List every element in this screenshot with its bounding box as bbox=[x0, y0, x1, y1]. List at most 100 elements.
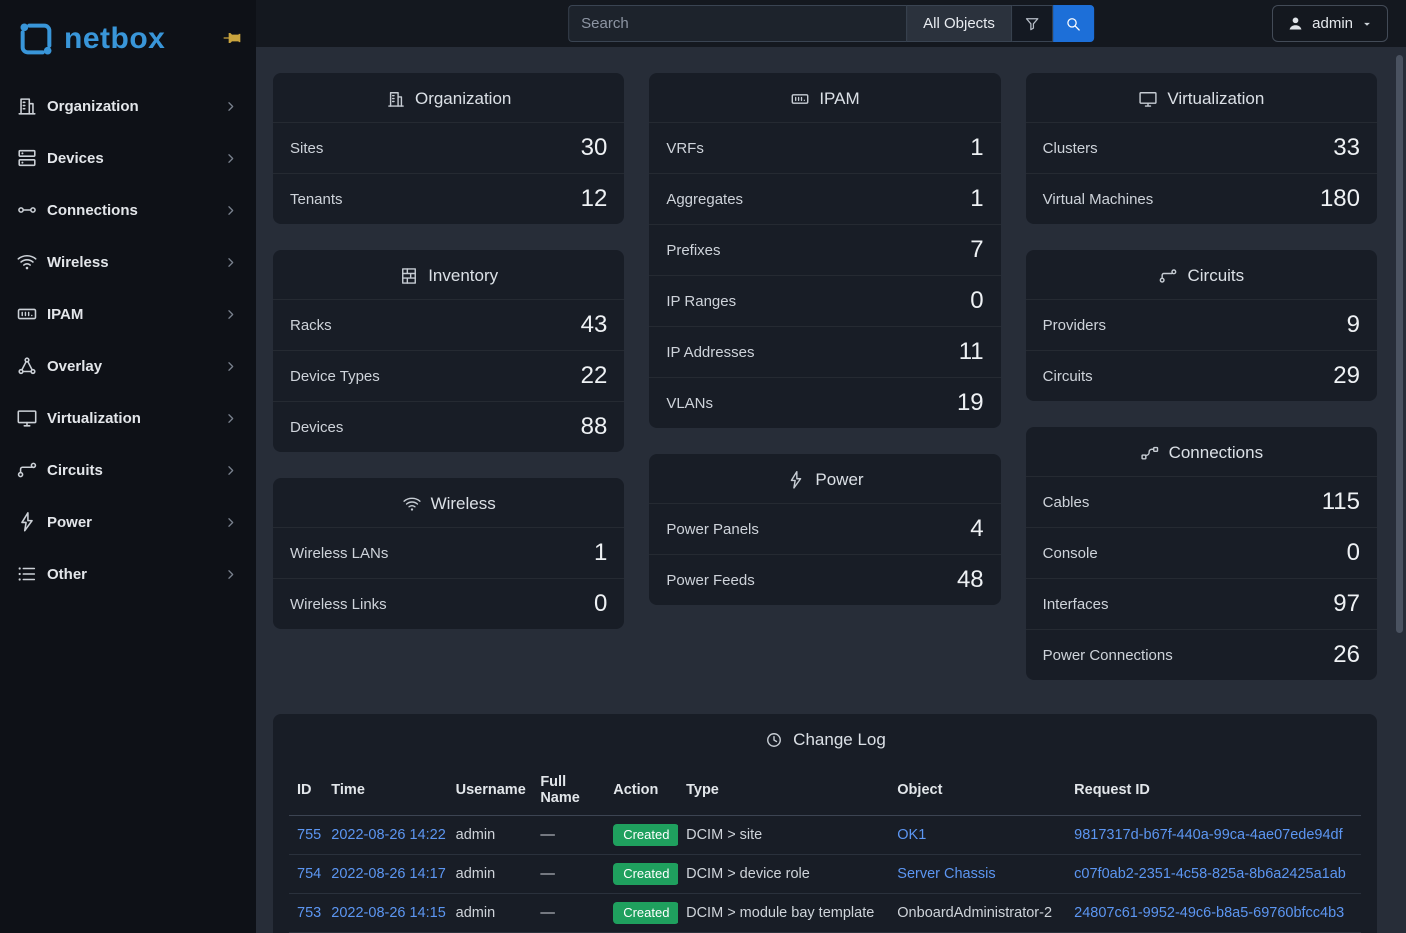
netbox-logo[interactable]: netbox bbox=[16, 19, 165, 59]
stat-value: 1 bbox=[594, 538, 607, 568]
card-header: IPAM bbox=[649, 73, 1000, 122]
search-input[interactable] bbox=[568, 5, 906, 42]
sidebar-item-label: Organization bbox=[47, 98, 139, 115]
sidebar-item-virtualization[interactable]: Virtualization bbox=[0, 392, 256, 444]
stat-link-clusters[interactable]: Clusters bbox=[1043, 140, 1098, 157]
stat-link-power-feeds[interactable]: Power Feeds bbox=[666, 572, 754, 589]
stat-link-circuits[interactable]: Circuits bbox=[1043, 368, 1093, 385]
action-created-badge: Created bbox=[613, 824, 678, 846]
stat-link-power-panels[interactable]: Power Panels bbox=[666, 521, 759, 538]
stat-link-ip-addresses[interactable]: IP Addresses bbox=[666, 344, 754, 361]
stat-row: IP Ranges 0 bbox=[649, 275, 1000, 326]
sidebar-item-circuits[interactable]: Circuits bbox=[0, 444, 256, 496]
changelog-time-link[interactable]: 2022-08-26 14:15 bbox=[331, 905, 446, 921]
changelog-request-id-link[interactable]: c07f0ab2-2351-4c58-825a-8b6a2425a1ab bbox=[1074, 866, 1346, 882]
changelog-object: OnboardAdministrator-2 bbox=[897, 905, 1052, 921]
sidebar-item-organization[interactable]: Organization bbox=[0, 80, 256, 132]
connection-icon bbox=[16, 199, 38, 221]
chevron-right-icon bbox=[223, 255, 238, 270]
changelog-full-name: — bbox=[540, 827, 555, 843]
monitor-icon bbox=[1138, 89, 1158, 109]
filter-button[interactable] bbox=[1012, 5, 1053, 42]
chevron-right-icon bbox=[223, 359, 238, 374]
vertical-scrollbar[interactable] bbox=[1396, 55, 1403, 633]
lightning-bolt-icon bbox=[786, 470, 806, 490]
changelog-object-link[interactable]: Server Chassis bbox=[897, 866, 995, 882]
stat-row: Prefixes 7 bbox=[649, 224, 1000, 275]
changelog-object-link[interactable]: OK1 bbox=[897, 827, 926, 843]
pin-sidebar-icon[interactable] bbox=[222, 28, 242, 48]
stat-link-virtual-machines[interactable]: Virtual Machines bbox=[1043, 191, 1154, 208]
changelog-request-id-link[interactable]: 9817317d-b67f-440a-99ca-4ae07ede94df bbox=[1074, 827, 1342, 843]
changelog-time-link[interactable]: 2022-08-26 14:22 bbox=[331, 827, 446, 843]
card-header: Inventory bbox=[273, 250, 624, 299]
stat-value: 19 bbox=[957, 388, 984, 418]
stat-value: 22 bbox=[581, 361, 608, 391]
stat-value: 115 bbox=[1322, 487, 1360, 517]
stat-link-vlans[interactable]: VLANs bbox=[666, 395, 713, 412]
sidebar-item-label: IPAM bbox=[47, 306, 83, 323]
stat-link-sites[interactable]: Sites bbox=[290, 140, 323, 157]
search-button[interactable] bbox=[1053, 5, 1094, 42]
sidebar-item-devices[interactable]: Devices bbox=[0, 132, 256, 184]
stat-link-aggregates[interactable]: Aggregates bbox=[666, 191, 743, 208]
counter-icon bbox=[790, 89, 810, 109]
stat-link-interfaces[interactable]: Interfaces bbox=[1043, 596, 1109, 613]
changelog-username: admin bbox=[456, 827, 496, 843]
chevron-right-icon bbox=[223, 203, 238, 218]
stat-link-vrfs[interactable]: VRFs bbox=[666, 140, 704, 157]
stat-link-wireless-links[interactable]: Wireless Links bbox=[290, 596, 387, 613]
stat-row: Clusters 33 bbox=[1026, 122, 1377, 173]
stat-link-providers[interactable]: Providers bbox=[1043, 317, 1106, 334]
sidebar-item-power[interactable]: Power bbox=[0, 496, 256, 548]
caret-down-icon bbox=[1360, 17, 1374, 31]
sidebar-item-wireless[interactable]: Wireless bbox=[0, 236, 256, 288]
sidebar-item-label: Overlay bbox=[47, 358, 102, 375]
changelog-id-link[interactable]: 755 bbox=[297, 827, 321, 843]
changelog-time-link[interactable]: 2022-08-26 14:17 bbox=[331, 866, 446, 882]
stat-link-ip-ranges[interactable]: IP Ranges bbox=[666, 293, 736, 310]
table-row: 754 2022-08-26 14:17 admin — Created DCI… bbox=[289, 855, 1361, 894]
stat-link-devices[interactable]: Devices bbox=[290, 419, 343, 436]
table-row: 755 2022-08-26 14:22 admin — Created DCI… bbox=[289, 816, 1361, 855]
changelog-id-link[interactable]: 753 bbox=[297, 905, 321, 921]
stat-link-console[interactable]: Console bbox=[1043, 545, 1098, 562]
sidebar-item-connections[interactable]: Connections bbox=[0, 184, 256, 236]
stat-value: 29 bbox=[1333, 361, 1360, 391]
changelog-table: ID Time Username Full Name Action Type O… bbox=[289, 765, 1361, 933]
stat-link-prefixes[interactable]: Prefixes bbox=[666, 242, 720, 259]
stat-link-power-connections[interactable]: Power Connections bbox=[1043, 647, 1173, 664]
stat-value: 0 bbox=[1347, 538, 1360, 568]
changelog-username: admin bbox=[456, 905, 496, 921]
stat-link-wireless-lans[interactable]: Wireless LANs bbox=[290, 545, 388, 562]
sidebar-item-overlay[interactable]: Overlay bbox=[0, 340, 256, 392]
cable-icon bbox=[1140, 443, 1160, 463]
sidebar-item-other[interactable]: Other bbox=[0, 548, 256, 600]
stat-row: Virtual Machines 180 bbox=[1026, 173, 1377, 224]
changelog-request-id-link[interactable]: 24807c61-9952-49c6-b8a5-69760bfcc4b3 bbox=[1074, 905, 1344, 921]
stat-value: 26 bbox=[1333, 640, 1360, 670]
sidebar-item-ipam[interactable]: IPAM bbox=[0, 288, 256, 340]
stat-row: VLANs 19 bbox=[649, 377, 1000, 428]
transit-connection-icon bbox=[16, 459, 38, 481]
stat-row: Circuits 29 bbox=[1026, 350, 1377, 401]
user-menu-button[interactable]: admin bbox=[1272, 5, 1388, 42]
wifi-icon bbox=[402, 494, 422, 514]
stat-link-tenants[interactable]: Tenants bbox=[290, 191, 343, 208]
sidebar-item-label: Devices bbox=[47, 150, 104, 167]
object-type-dropdown[interactable]: All Objects bbox=[906, 5, 1012, 42]
changelog-id-link[interactable]: 754 bbox=[297, 866, 321, 882]
history-icon bbox=[764, 730, 784, 750]
stat-row: Wireless LANs 1 bbox=[273, 527, 624, 578]
sidebar-nav: Organization Devices Connections Wireles… bbox=[0, 80, 256, 600]
stat-link-cables[interactable]: Cables bbox=[1043, 494, 1090, 511]
stat-link-device-types[interactable]: Device Types bbox=[290, 368, 380, 385]
stat-value: 12 bbox=[581, 184, 608, 214]
changelog-type: DCIM > device role bbox=[686, 866, 810, 882]
stat-value: 48 bbox=[957, 565, 984, 595]
stat-link-racks[interactable]: Racks bbox=[290, 317, 332, 334]
filter-icon bbox=[1023, 15, 1041, 33]
stat-row: Tenants 12 bbox=[273, 173, 624, 224]
dashboard-column-1: Organization Sites 30 Tenants 12 Invento… bbox=[273, 73, 624, 629]
chevron-right-icon bbox=[223, 567, 238, 582]
